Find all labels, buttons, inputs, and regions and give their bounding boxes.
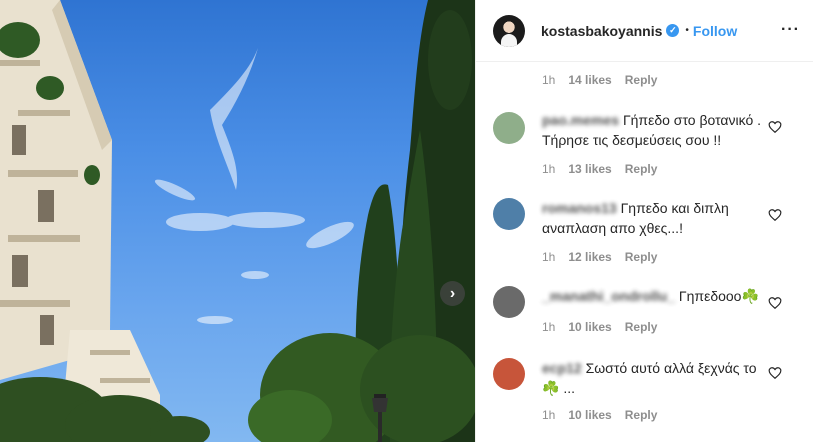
comment-body: pao.memes Γήπεδο στο βοτανικό . Τήρησε τ… <box>542 110 762 150</box>
follow-button[interactable]: Follow <box>693 23 737 39</box>
comment-likes[interactable]: 12 likes <box>568 250 611 264</box>
clouds <box>154 48 354 324</box>
comment-likes[interactable]: 10 likes <box>568 408 611 422</box>
author-username[interactable]: kostasbakoyannis <box>541 23 662 39</box>
comment-likes[interactable]: 10 likes <box>568 320 611 334</box>
comments-panel: kostasbakoyannis ✓ • Follow ··· 1h 14 li… <box>475 0 813 442</box>
comment-text: Γηπεδοοο☘️ <box>678 288 759 304</box>
heart-outline-icon[interactable] <box>768 366 782 380</box>
comment-meta: 1h 10 likes Reply <box>542 408 657 422</box>
reply-button[interactable]: Reply <box>625 250 658 264</box>
comment-body: ecp12 Σωστό αυτό αλλά ξεχνάς το ☘️ ... <box>542 358 762 398</box>
reply-button[interactable]: Reply <box>625 320 658 334</box>
commenter-username[interactable]: _manathi_ondrollu_ <box>542 288 675 304</box>
comment-body: romanos13 Γηπεδο και διπλη αναπλαση απο … <box>542 198 762 238</box>
reply-button[interactable]: Reply <box>625 73 658 87</box>
photo-scene <box>0 0 475 442</box>
post-header: kostasbakoyannis ✓ • Follow ··· <box>476 0 813 62</box>
header-separator: • <box>685 25 689 36</box>
commenter-avatar[interactable] <box>493 358 525 390</box>
commenter-avatar[interactable] <box>493 286 525 318</box>
comment-time[interactable]: 1h <box>542 162 555 176</box>
commenter-username[interactable]: romanos13 <box>542 200 617 216</box>
comment-time[interactable]: 1h <box>542 408 555 422</box>
reply-button[interactable]: Reply <box>625 162 658 176</box>
comment-meta: 1h 14 likes Reply <box>542 73 657 87</box>
chevron-right-icon: › <box>449 284 456 302</box>
building <box>0 0 160 442</box>
more-options-icon[interactable]: ··· <box>781 21 800 39</box>
heart-outline-icon[interactable] <box>768 296 782 310</box>
comment-time[interactable]: 1h <box>542 250 555 264</box>
author-avatar[interactable] <box>493 14 525 47</box>
comment-time[interactable]: 1h <box>542 320 555 334</box>
reply-button[interactable]: Reply <box>625 408 658 422</box>
comment-meta: 1h 12 likes Reply <box>542 250 657 264</box>
commenter-username[interactable]: pao.memes <box>542 112 619 128</box>
comment-meta: 1h 13 likes Reply <box>542 162 657 176</box>
commenter-avatar[interactable] <box>493 198 525 230</box>
post-photo[interactable]: › <box>0 0 475 442</box>
commenter-avatar[interactable] <box>493 112 525 144</box>
comment-body: _manathi_ondrollu_ Γηπεδοοο☘️ <box>542 286 762 306</box>
commenter-username[interactable]: ecp12 <box>542 360 582 376</box>
carousel-next-button[interactable]: › <box>440 281 465 306</box>
comment-likes[interactable]: 13 likes <box>568 162 611 176</box>
heart-outline-icon[interactable] <box>768 208 782 222</box>
heart-outline-icon[interactable] <box>768 120 782 134</box>
comment-likes[interactable]: 14 likes <box>568 73 611 87</box>
comment-time[interactable]: 1h <box>542 73 555 87</box>
comment-meta: 1h 10 likes Reply <box>542 320 657 334</box>
verified-badge-icon: ✓ <box>666 24 680 37</box>
